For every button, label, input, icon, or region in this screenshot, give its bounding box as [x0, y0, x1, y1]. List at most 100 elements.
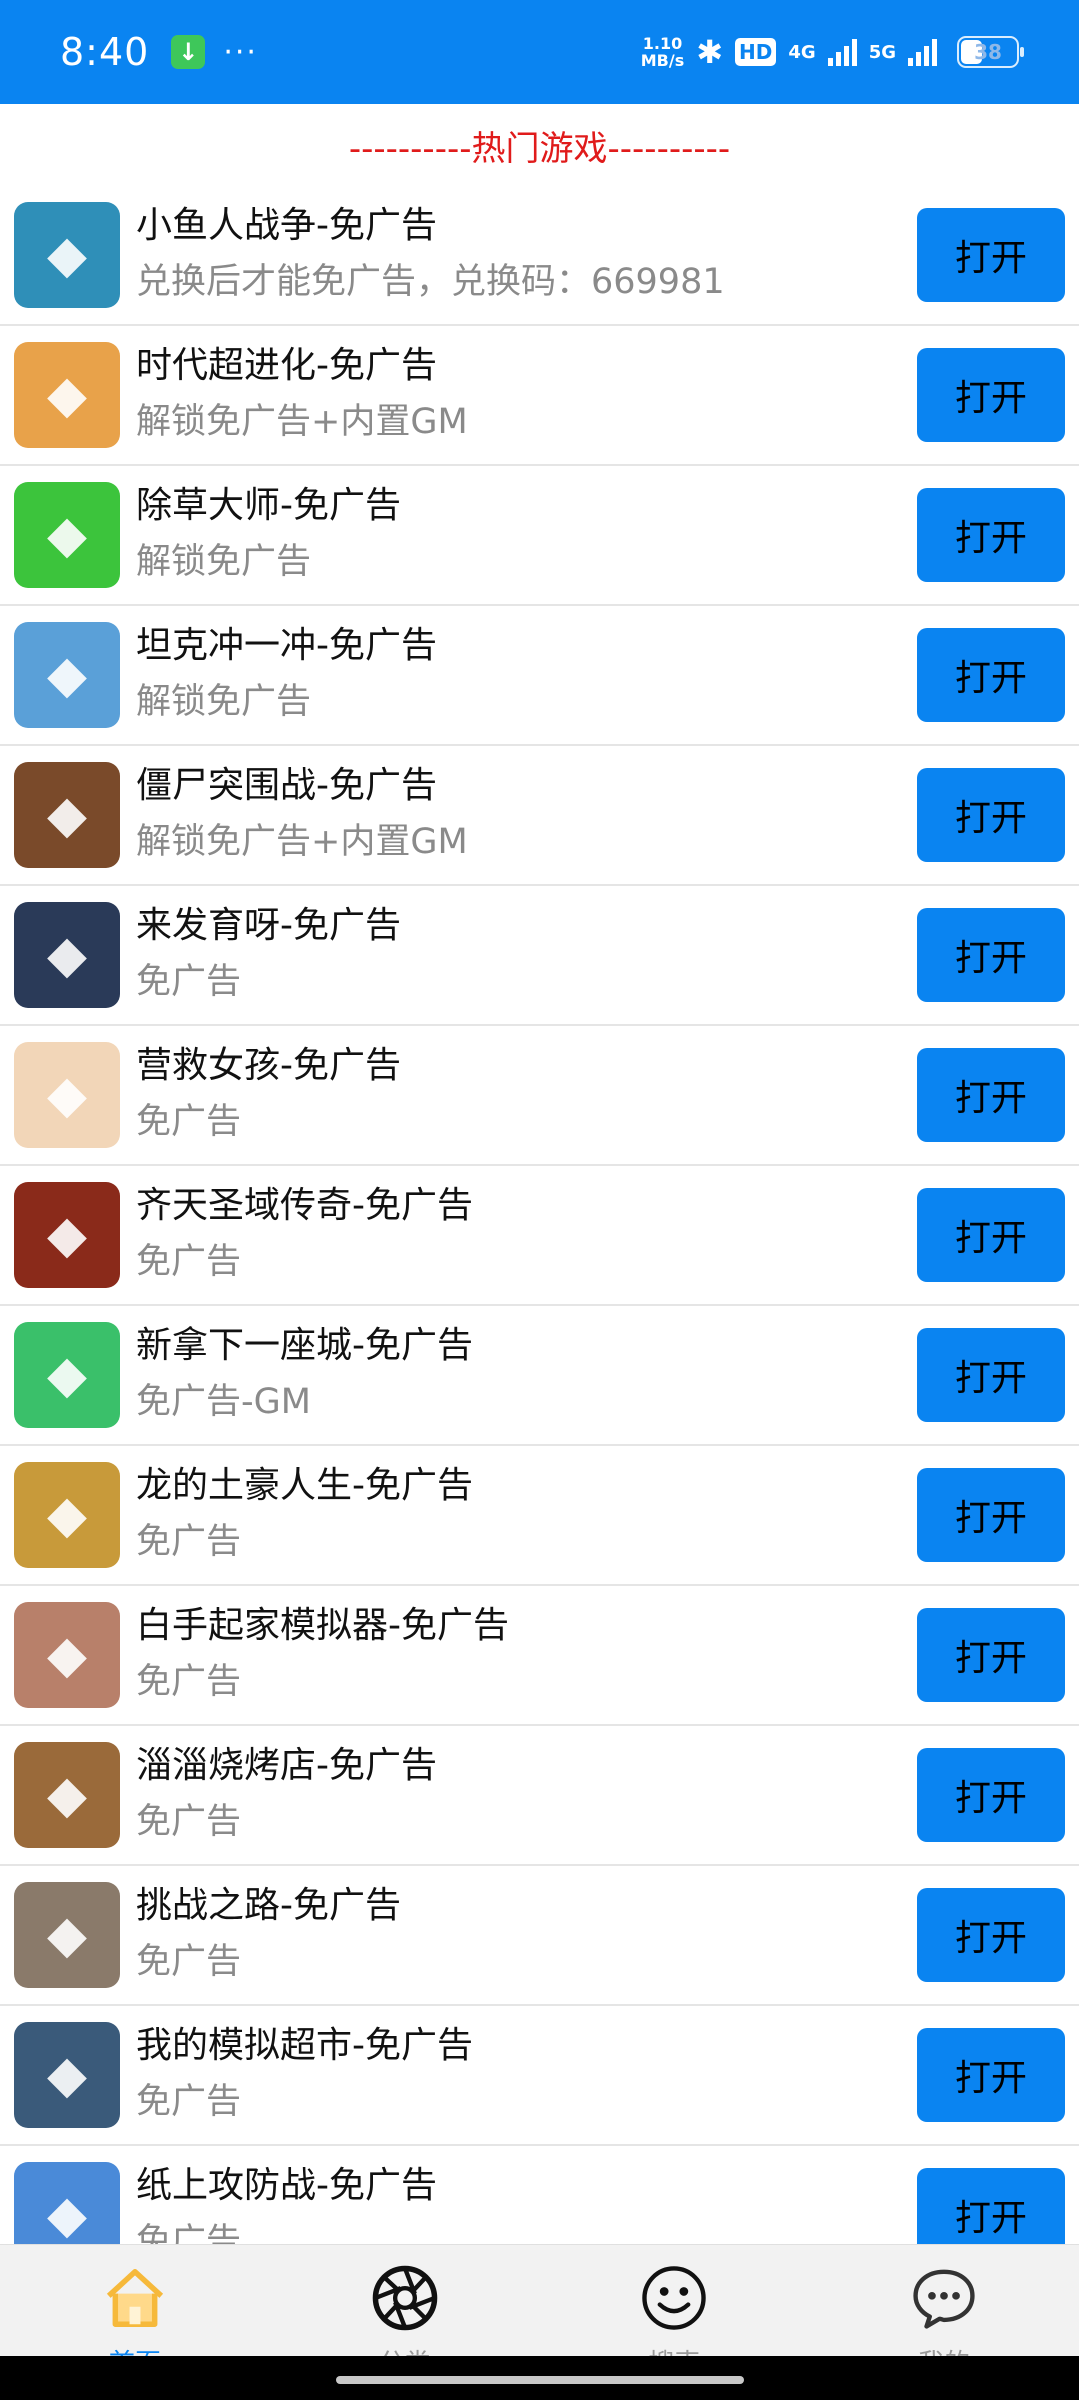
smiley-icon	[639, 2263, 709, 2337]
king-catapult-icon[interactable]: ◆	[14, 1322, 120, 1428]
home-gesture-bar[interactable]	[336, 2376, 744, 2384]
chat-bubble-icon	[909, 2263, 979, 2337]
game-name: 淄淄烧烤店-免广告	[136, 1745, 437, 1786]
game-row[interactable]: ◆ 淄淄烧烤店-免广告 免广告 打开	[0, 1726, 1079, 1866]
network-4g-label: 4G	[788, 41, 816, 63]
game-row[interactable]: ◆ 挑战之路-免广告 免广告 打开	[0, 1866, 1079, 2006]
aperture-icon	[370, 2263, 440, 2337]
game-description: 免广告	[136, 1662, 242, 1702]
game-name: 龙的土豪人生-免广告	[136, 1465, 473, 1506]
home-icon	[100, 2263, 170, 2337]
game-description: 解锁免广告+内置GM	[136, 822, 468, 862]
game-name: 来发育呀-免广告	[136, 905, 401, 946]
game-row[interactable]: ◆ 营救女孩-免广告 免广告 打开	[0, 1026, 1079, 1166]
section-title: ----------热门游戏----------	[348, 128, 731, 169]
game-row[interactable]: ◆ 白手起家模拟器-免广告 免广告 打开	[0, 1586, 1079, 1726]
game-description: 免广告	[136, 1242, 242, 1282]
game-row[interactable]: ◆ 我的模拟超市-免广告 免广告 打开	[0, 2006, 1079, 2146]
nav-label: 我的	[918, 2343, 970, 2356]
game-name: 齐天圣域传奇-免广告	[136, 1185, 473, 1226]
open-button[interactable]: 打开	[917, 908, 1065, 1002]
game-text: 时代超进化-免广告 解锁免广告+内置GM	[136, 342, 917, 448]
game-description: 免广告	[136, 2082, 242, 2122]
game-name: 新拿下一座城-免广告	[136, 1325, 473, 1366]
cartoon-boy-icon[interactable]: ◆	[14, 202, 120, 308]
zombie-bear-icon[interactable]: ◆	[14, 762, 120, 868]
game-name: 坦克冲一冲-免广告	[136, 625, 437, 666]
princess-icon[interactable]: ◆	[14, 1042, 120, 1148]
game-list: ◆ 小鱼人战争-免广告 兑换后才能免广告，兑换码：669981 打开 ◆ 时代超…	[0, 186, 1079, 2286]
game-text: 僵尸突围战-免广告 解锁免广告+内置GM	[136, 762, 917, 868]
game-row[interactable]: ◆ 齐天圣域传奇-免广告 免广告 打开	[0, 1166, 1079, 1306]
open-button[interactable]: 打开	[917, 488, 1065, 582]
nav-item[interactable]: 搜索	[540, 2245, 810, 2356]
game-description: 免广告	[136, 1802, 242, 1842]
open-button[interactable]: 打开	[917, 628, 1065, 722]
game-row[interactable]: ◆ 坦克冲一冲-免广告 解锁免广告 打开	[0, 606, 1079, 746]
open-button[interactable]: 打开	[917, 1608, 1065, 1702]
game-name: 挑战之路-免广告	[136, 1885, 401, 1926]
bluetooth-icon: ✱	[696, 33, 724, 71]
game-name: 僵尸突围战-免广告	[136, 765, 437, 806]
open-button[interactable]: 打开	[917, 768, 1065, 862]
game-description: 免广告	[136, 1102, 242, 1142]
game-row[interactable]: ◆ 小鱼人战争-免广告 兑换后才能免广告，兑换码：669981 打开	[0, 186, 1079, 326]
open-button[interactable]: 打开	[917, 1888, 1065, 1982]
open-button[interactable]: 打开	[917, 348, 1065, 442]
nav-item[interactable]: 首页	[0, 2245, 270, 2356]
open-button[interactable]: 打开	[917, 1748, 1065, 1842]
game-text: 龙的土豪人生-免广告 免广告	[136, 1462, 917, 1568]
game-description: 解锁免广告+内置GM	[136, 402, 468, 442]
signal-4g-icon	[827, 38, 857, 66]
status-time: 8:40	[60, 30, 150, 74]
net-speed: 1.10 MB/s	[641, 35, 684, 69]
game-row[interactable]: ◆ 除草大师-免广告 解锁免广告 打开	[0, 466, 1079, 606]
nav-item[interactable]: 我的	[809, 2245, 1079, 2356]
game-name: 我的模拟超市-免广告	[136, 2025, 473, 2066]
battery-level: 38	[974, 40, 1002, 64]
cashier-icon[interactable]: ◆	[14, 2022, 120, 2128]
open-button[interactable]: 打开	[917, 208, 1065, 302]
nav-label: 分类	[379, 2343, 431, 2356]
game-description: 解锁免广告	[136, 682, 312, 722]
game-row[interactable]: ◆ 时代超进化-免广告 解锁免广告+内置GM 打开	[0, 326, 1079, 466]
open-button[interactable]: 打开	[917, 2028, 1065, 2122]
game-row[interactable]: ◆ 龙的土豪人生-免广告 免广告 打开	[0, 1446, 1079, 1586]
game-text: 白手起家模拟器-免广告 免广告	[136, 1602, 917, 1708]
game-description: 免广告	[136, 1522, 242, 1562]
lawnmower-icon[interactable]: ◆	[14, 482, 120, 588]
game-text: 除草大师-免广告 解锁免广告	[136, 482, 917, 588]
open-button[interactable]: 打开	[917, 1468, 1065, 1562]
nurse-zombie-icon[interactable]: ◆	[14, 902, 120, 1008]
warrior-icon[interactable]: ◆	[14, 1182, 120, 1288]
nav-label: 首页	[109, 2343, 161, 2356]
woman-portrait-icon[interactable]: ◆	[14, 1602, 120, 1708]
open-button[interactable]: 打开	[917, 1328, 1065, 1422]
game-text: 我的模拟超市-免广告 免广告	[136, 2022, 917, 2128]
tank-icon[interactable]: ◆	[14, 622, 120, 728]
signal-5g-icon	[908, 38, 937, 66]
game-name: 白手起家模拟器-免广告	[136, 1605, 509, 1646]
open-button[interactable]: 打开	[917, 1188, 1065, 1282]
game-row[interactable]: ◆ 来发育呀-免广告 免广告 打开	[0, 886, 1079, 1026]
battery-icon: 38	[957, 36, 1024, 68]
game-row[interactable]: ◆ 僵尸突围战-免广告 解锁免广告+内置GM 打开	[0, 746, 1079, 886]
game-text: 齐天圣域传奇-免广告 免广告	[136, 1182, 917, 1288]
status-bar: 8:40 ↓ ··· 1.10 MB/s ✱ HD 4G 5G 38	[0, 0, 1079, 104]
status-indicators: 1.10 MB/s ✱ HD 4G 5G 38	[641, 33, 1024, 71]
game-text: 营救女孩-免广告 免广告	[136, 1042, 917, 1148]
game-text: 坦克冲一冲-免广告 解锁免广告	[136, 622, 917, 728]
open-button[interactable]: 打开	[917, 1048, 1065, 1142]
game-row[interactable]: ◆ 新拿下一座城-免广告 免广告-GM 打开	[0, 1306, 1079, 1446]
dragon-icon[interactable]: ◆	[14, 1462, 120, 1568]
game-text: 挑战之路-免广告 免广告	[136, 1882, 917, 1988]
nav-item[interactable]: 分类	[270, 2245, 540, 2356]
shouting-man-icon[interactable]: ◆	[14, 1882, 120, 1988]
game-text: 新拿下一座城-免广告 免广告-GM	[136, 1322, 917, 1428]
caveman-icon[interactable]: ◆	[14, 342, 120, 448]
more-notifications-icon: ···	[223, 34, 258, 70]
game-text: 淄淄烧烤店-免广告 免广告	[136, 1742, 917, 1848]
bbq-icon[interactable]: ◆	[14, 1742, 120, 1848]
game-name: 纸上攻防战-免广告	[136, 2165, 437, 2206]
net-speed-unit: MB/s	[640, 51, 685, 70]
